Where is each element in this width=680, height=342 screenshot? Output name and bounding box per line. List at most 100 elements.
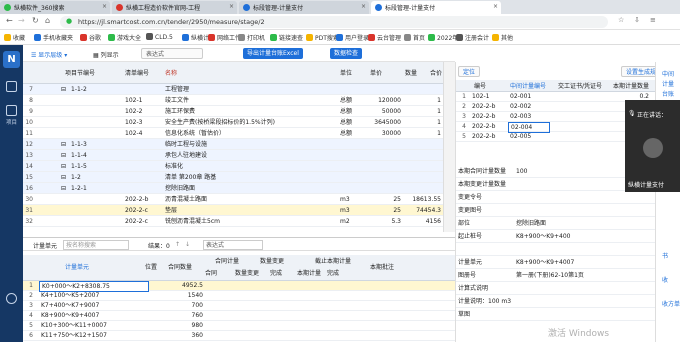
menu-icon[interactable]: ≡ (650, 16, 656, 24)
name-cell: 临时工程与设施 (165, 141, 208, 148)
bookmark-item[interactable]: 打印机 (238, 33, 265, 42)
current-qty-header: 本期计量数量 (613, 83, 650, 90)
check-icon[interactable] (6, 81, 17, 92)
table-row[interactable]: 2 K4+100～K5+2007 1540 (23, 291, 455, 301)
tab-close-icon[interactable]: × (102, 3, 107, 10)
back-icon[interactable]: ← (6, 16, 13, 25)
side-tab-label[interactable]: 中间 (660, 70, 680, 79)
browser-tab[interactable]: 纵横软件_360搜索 × (0, 1, 110, 14)
bookmark-item[interactable]: 首页 (404, 33, 425, 42)
search-input[interactable]: 按名称搜索 (63, 240, 129, 250)
expand-icon[interactable]: ⊟ (59, 151, 68, 160)
show-level-dropdown[interactable]: ☰ 显示层级 ▾ (31, 50, 67, 59)
table-row[interactable]: 4 K8+900～K9+4007 760 (23, 311, 455, 321)
tab-close-icon[interactable]: × (361, 3, 366, 10)
bookmark-item[interactable]: 网络工作 (208, 33, 241, 42)
bookmark-item[interactable]: 游戏大全 (108, 33, 141, 42)
result-text: 结果： (148, 243, 167, 250)
table-row[interactable]: 15 ⊟ 1-2 清单 第200章 路基 (23, 172, 443, 183)
bookmark-item[interactable]: CLD.5 (146, 33, 173, 41)
bottom-expression-input[interactable]: 表达式 (203, 240, 263, 250)
table-row[interactable]: 8 102-1 竣工文件 总额 120000 1 (23, 95, 443, 106)
reload-icon[interactable]: ↻ (32, 16, 39, 25)
expand-icon[interactable]: ⊟ (59, 85, 68, 94)
project-code-cell: 1-2 (71, 174, 81, 181)
table-row[interactable]: 7 ⊟ 1-1-2 工程管理 (23, 84, 443, 95)
table-row[interactable]: 1 K0+000～K2+8308.75 4952.5 (23, 281, 455, 292)
browser-tab[interactable]: 标段管理-计量支付 × (239, 1, 369, 14)
app-logo[interactable]: N (3, 51, 20, 68)
bookmark-item[interactable]: 链接速查 (270, 33, 303, 42)
prev-icon[interactable]: ↑ (175, 241, 180, 248)
bookmark-item[interactable]: 注册会计 (456, 33, 489, 42)
bookmark-item[interactable]: 谷歌 (80, 33, 101, 42)
form-field[interactable]: 图册号 第一册(下册)62-10第1页 (456, 270, 656, 282)
star-icon[interactable]: ☆ (618, 16, 624, 24)
form-field[interactable]: 变更令号 (456, 192, 656, 204)
bookmark-item[interactable]: 收藏 (4, 33, 25, 42)
export-excel-button[interactable]: 导出计量台账Excel (243, 48, 303, 59)
download-icon[interactable]: ⇩ (634, 16, 640, 24)
table-row[interactable]: 12 ⊟ 1-1-3 临时工程与设施 (23, 139, 443, 150)
bookmark-item[interactable]: PDT搜索 (306, 33, 339, 42)
form-field[interactable]: 变更图号 (456, 205, 656, 217)
side-tab-label[interactable]: 书 (660, 252, 680, 261)
table-row[interactable]: 11 102-4 信息化系统（暂估价） 总额 30000 1 (23, 128, 443, 139)
tab-close-icon[interactable]: × (493, 3, 498, 10)
table-row[interactable]: 5 K10+300～K11+0007 980 (23, 321, 455, 331)
table-row[interactable]: 9 102-2 施工环保费 总额 50000 1 (23, 106, 443, 117)
next-icon[interactable]: ↓ (185, 241, 190, 248)
bookmark-item[interactable]: 手机收藏夹 (34, 33, 73, 42)
table-row[interactable]: 6 K11+750～K12+1507 360 (23, 331, 455, 341)
expand-icon[interactable]: ⊟ (59, 162, 68, 171)
table-row[interactable]: 13 ⊟ 1-1-4 承包人驻地建设 (23, 150, 443, 161)
form-field[interactable]: 起止桩号 K8+900～K9+400 (456, 231, 656, 243)
tab-close-icon[interactable]: × (229, 3, 234, 10)
expand-icon[interactable]: ⊟ (59, 140, 68, 149)
top-grid-scrollbar[interactable] (443, 62, 455, 232)
expand-icon[interactable]: ⊟ (59, 184, 68, 193)
name-cell: 承包人驻地建设 (165, 152, 208, 159)
bookmark-item[interactable]: 云台管理 (368, 33, 401, 42)
qty-cell: 4156 (425, 218, 441, 225)
browser-tab[interactable]: 标段管理-计量支付 × (371, 1, 501, 14)
form-field[interactable]: 部位 挖除旧路面 (456, 218, 656, 230)
side-tab-label[interactable]: 收 (660, 276, 680, 285)
side-tab-label[interactable]: 台账 (660, 90, 680, 99)
item-code-cell: 102-3 (125, 119, 143, 126)
data-check-button[interactable]: 数据检查 (330, 48, 363, 59)
table-row[interactable]: 16 ⊟ 1-2-1 挖除旧路面 (23, 183, 443, 194)
form-field[interactable]: 计算式说明 (456, 283, 656, 295)
form-field[interactable] (456, 244, 656, 256)
form-field[interactable]: 计量单元 K8+900～K9+4007 (456, 257, 656, 269)
meeting-video-overlay: 🎙 正在讲话： 纵横计量支付 (625, 100, 680, 192)
table-row[interactable]: 14 ⊟ 1-1-5 标准化 (23, 161, 443, 172)
tab-title: 标段管理-计量支付 (253, 5, 304, 12)
browser-tab[interactable]: 纵横工程造价软件官网-工程 × (112, 1, 237, 14)
contract-qty-cell: 1540 (187, 292, 203, 299)
bill-items-grid: 项目节编号 清单编号 名称 单位 单价 数量 合价 7 ⊟ 1-1-2 工程管理 8 102-1 竣工文件… (23, 62, 443, 232)
table-row[interactable]: 3 K7+400～K7+9007 700 (23, 301, 455, 311)
settings-icon[interactable] (6, 293, 17, 304)
expression-input[interactable]: 表达式 (141, 48, 203, 59)
bookmark-item[interactable]: 其他 (492, 33, 513, 42)
form-field[interactable]: 草图 (456, 309, 656, 321)
expand-icon[interactable]: ⊟ (59, 173, 68, 182)
bookmark-item[interactable]: 用户登录 (336, 33, 369, 42)
table-row[interactable]: 30 202-2-b 沥青混凝土路面 m3 25 18613.55 (23, 194, 443, 205)
side-tab-label[interactable]: 收方单 (660, 300, 680, 309)
form-field[interactable]: 计量说明：100 m3 (456, 296, 656, 308)
locate-button[interactable]: 定位 (458, 66, 481, 77)
table-row[interactable]: 31 202-2-c 垫层 m3 25 74454.3 (23, 205, 443, 216)
side-tab-label[interactable]: 计量 (660, 80, 680, 89)
home-icon[interactable]: ⌂ (45, 16, 50, 25)
list-icon[interactable] (6, 105, 17, 116)
forward-icon[interactable]: → (18, 16, 25, 25)
bookmark-item[interactable]: 2022年 (428, 33, 458, 42)
field-label: 部位 (458, 220, 471, 227)
table-row[interactable]: 10 102-3 安全生产费(按桥梁段招标价的1.5%计列) 总额 3645000 1 (23, 117, 443, 128)
url-input[interactable]: ● https://jl.smartcost.com.cn/tender/295… (60, 16, 608, 28)
table-row[interactable]: 32 202-2-c 铣刨沥青混凝土5cm m2 5.3 4156 (23, 216, 443, 227)
col-display-button[interactable]: ▦ 列显示 (93, 50, 119, 59)
sidebar-item-project[interactable]: 项目 (3, 118, 20, 126)
